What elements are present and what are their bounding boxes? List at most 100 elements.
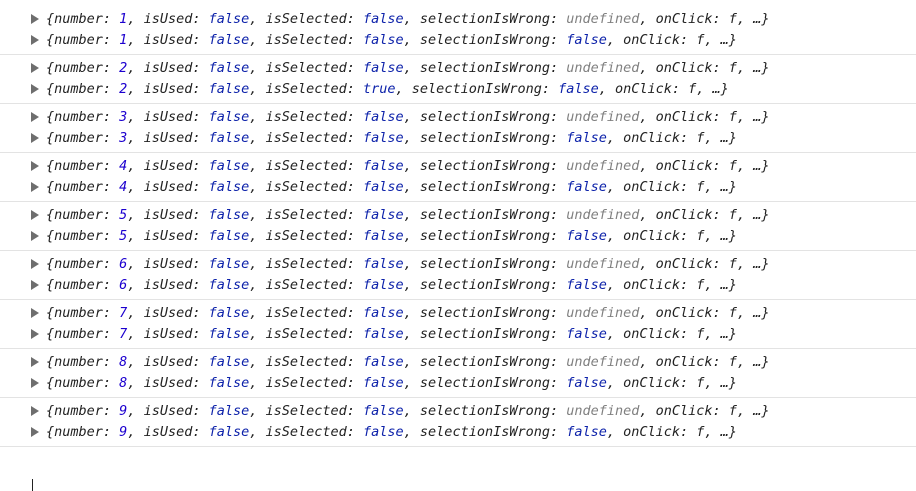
value-selectionIsWrong: undefined	[566, 255, 640, 272]
expand-triangle-icon[interactable]	[31, 427, 39, 438]
value-selectionIsWrong: undefined	[566, 206, 640, 223]
console-object-line[interactable]: {number: 5, isUsed: false, isSelected: f…	[0, 204, 916, 226]
console-message-group: {number: 7, isUsed: false, isSelected: f…	[0, 300, 916, 349]
key-isUsed: , isUsed:	[127, 157, 209, 174]
value-isUsed: false	[208, 402, 250, 419]
value-selectionIsWrong: false	[566, 424, 607, 441]
expand-triangle-icon[interactable]	[31, 111, 39, 122]
object-open-brace: {	[46, 108, 55, 125]
console-object-line[interactable]: {number: 1, isUsed: false, isSelected: f…	[0, 30, 916, 52]
key-number: number:	[54, 375, 120, 392]
value-number: 8	[119, 353, 128, 370]
expand-triangle-icon[interactable]	[31, 231, 39, 242]
key-selectionIsWrong: , selectionIsWrong:	[403, 59, 567, 76]
key-isUsed: , isUsed:	[127, 179, 209, 196]
key-number: number:	[54, 402, 120, 419]
expand-triangle-icon[interactable]	[31, 307, 39, 318]
console-message-group: {number: 1, isUsed: false, isSelected: f…	[0, 6, 916, 55]
object-ellipsis-close: , …}	[736, 304, 770, 321]
console-message-group: {number: 4, isUsed: false, isSelected: f…	[0, 153, 916, 202]
object-open-brace: {	[46, 304, 55, 321]
value-isSelected: false	[363, 206, 404, 223]
value-isUsed: false	[208, 157, 250, 174]
console-object-line[interactable]: {number: 3, isUsed: false, isSelected: f…	[0, 128, 916, 150]
value-isSelected: false	[363, 326, 404, 343]
value-number: 1	[119, 32, 128, 49]
key-number: number:	[54, 108, 120, 125]
object-open-brace: {	[46, 424, 55, 441]
console-object-line[interactable]: {number: 3, isUsed: false, isSelected: f…	[0, 106, 916, 128]
expand-triangle-icon[interactable]	[31, 258, 39, 269]
key-isSelected: , isSelected:	[249, 277, 364, 294]
expand-triangle-icon[interactable]	[31, 84, 39, 95]
value-onClick-function: f	[728, 304, 737, 321]
key-selectionIsWrong: , selectionIsWrong:	[403, 32, 567, 49]
console-object-line[interactable]: {number: 1, isUsed: false, isSelected: f…	[0, 8, 916, 30]
console-object-line[interactable]: {number: 8, isUsed: false, isSelected: f…	[0, 351, 916, 373]
console-object-line[interactable]: {number: 9, isUsed: false, isSelected: f…	[0, 400, 916, 422]
key-onClick: , onClick:	[606, 228, 697, 245]
object-ellipsis-close: , …}	[736, 402, 770, 419]
value-number: 5	[119, 228, 128, 245]
value-isSelected: false	[363, 130, 404, 147]
console-object-line[interactable]: {number: 8, isUsed: false, isSelected: f…	[0, 373, 916, 395]
value-onClick-function: f	[696, 277, 705, 294]
key-number: number:	[54, 157, 120, 174]
expand-triangle-icon[interactable]	[31, 160, 39, 171]
object-ellipsis-close: , …}	[704, 32, 737, 49]
console-object-line[interactable]: {number: 7, isUsed: false, isSelected: f…	[0, 302, 916, 324]
key-number: number:	[54, 255, 120, 272]
key-isSelected: , isSelected:	[249, 255, 364, 272]
key-isUsed: , isUsed:	[127, 304, 209, 321]
key-onClick: , onClick:	[606, 32, 697, 49]
key-isSelected: , isSelected:	[249, 59, 364, 76]
object-open-brace: {	[46, 206, 55, 223]
console-object-line[interactable]: {number: 7, isUsed: false, isSelected: f…	[0, 324, 916, 346]
key-isSelected: , isSelected:	[249, 81, 364, 98]
key-selectionIsWrong: , selectionIsWrong:	[395, 81, 559, 98]
expand-triangle-icon[interactable]	[31, 378, 39, 389]
key-selectionIsWrong: , selectionIsWrong:	[403, 277, 567, 294]
console-object-line[interactable]: {number: 5, isUsed: false, isSelected: f…	[0, 226, 916, 248]
value-isUsed: false	[208, 81, 250, 98]
expand-triangle-icon[interactable]	[31, 35, 39, 46]
key-onClick: , onClick:	[606, 130, 697, 147]
value-number: 7	[119, 304, 128, 321]
console-object-line[interactable]: {number: 6, isUsed: false, isSelected: f…	[0, 253, 916, 275]
value-isSelected: false	[363, 157, 404, 174]
expand-triangle-icon[interactable]	[31, 62, 39, 73]
object-open-brace: {	[46, 81, 55, 98]
value-isUsed: false	[208, 10, 250, 27]
value-isSelected: false	[363, 228, 404, 245]
key-isUsed: , isUsed:	[127, 326, 209, 343]
expand-triangle-icon[interactable]	[31, 280, 39, 291]
object-open-brace: {	[46, 10, 55, 27]
key-selectionIsWrong: , selectionIsWrong:	[403, 228, 567, 245]
console-input-caret[interactable]	[32, 479, 33, 491]
console-object-line[interactable]: {number: 4, isUsed: false, isSelected: f…	[0, 155, 916, 177]
console-object-line[interactable]: {number: 6, isUsed: false, isSelected: f…	[0, 275, 916, 297]
key-isUsed: , isUsed:	[127, 277, 209, 294]
value-selectionIsWrong: undefined	[566, 59, 640, 76]
value-onClick-function: f	[688, 81, 697, 98]
value-number: 6	[119, 277, 128, 294]
key-isSelected: , isSelected:	[249, 206, 364, 223]
expand-triangle-icon[interactable]	[31, 356, 39, 367]
expand-triangle-icon[interactable]	[31, 13, 39, 24]
expand-triangle-icon[interactable]	[31, 133, 39, 144]
console-object-line[interactable]: {number: 9, isUsed: false, isSelected: f…	[0, 422, 916, 444]
value-onClick-function: f	[696, 130, 705, 147]
object-ellipsis-close: , …}	[704, 375, 737, 392]
expand-triangle-icon[interactable]	[31, 182, 39, 193]
object-ellipsis-close: , …}	[736, 10, 770, 27]
console-object-line[interactable]: {number: 2, isUsed: false, isSelected: f…	[0, 57, 916, 79]
value-isUsed: false	[208, 108, 250, 125]
value-onClick-function: f	[728, 255, 737, 272]
console-object-line[interactable]: {number: 4, isUsed: false, isSelected: f…	[0, 177, 916, 199]
console-object-line[interactable]: {number: 2, isUsed: false, isSelected: t…	[0, 79, 916, 101]
expand-triangle-icon[interactable]	[31, 405, 39, 416]
expand-triangle-icon[interactable]	[31, 329, 39, 340]
key-onClick: , onClick:	[639, 304, 729, 321]
object-ellipsis-close: , …}	[736, 108, 770, 125]
expand-triangle-icon[interactable]	[31, 209, 39, 220]
